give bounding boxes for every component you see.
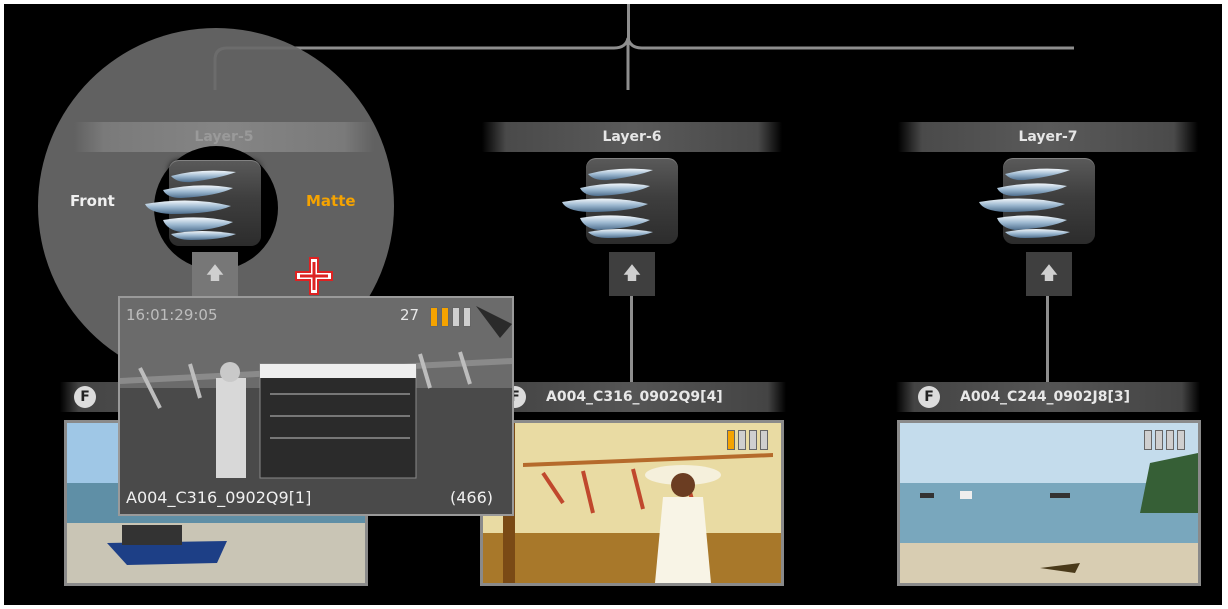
layer-6-label: Layer-6 [602, 129, 662, 145]
layer-7-label: Layer-7 [1018, 129, 1078, 145]
clip-2-thumbnail[interactable] [480, 420, 784, 586]
front-input-label[interactable]: Front [70, 192, 115, 210]
layer-5-node-button[interactable] [145, 160, 261, 246]
clip-2-title-bar[interactable]: F A004_C316_0902Q9[4] [482, 382, 786, 412]
preview-frame-count: 27 [400, 306, 420, 324]
preview-timecode: 16:01:29:05 [126, 306, 218, 324]
crosshair-cursor-icon [294, 256, 334, 296]
wire-layer7-clip [1046, 294, 1049, 382]
preview-clip-name: A004_C316_0902Q9[1] [126, 488, 312, 507]
layer-5-label: Layer-5 [194, 129, 254, 145]
clip-drag-preview[interactable]: 16:01:29:05 27 A004_C316_0902Q9[1] (466) [118, 296, 514, 516]
clip-3-thumbnail[interactable] [897, 420, 1201, 586]
clip-2-segment-indicator [727, 427, 775, 453]
layer-6-title-bar[interactable]: Layer-6 [482, 122, 782, 152]
f-badge-icon[interactable]: F [918, 386, 940, 408]
clip-3-segment-indicator [1144, 427, 1192, 453]
clip-3-title-bar[interactable]: F A004_C244_0902J8[3] [896, 382, 1200, 412]
application-window: Layer-5 Front Matte 🡅 Layer-6 🡅 Layer-7 … [0, 0, 1228, 609]
layer-7-up-button[interactable]: 🡅 [1026, 252, 1072, 296]
preview-segment-indicator [430, 304, 478, 330]
wire-layer6-clip [630, 294, 633, 382]
layer-5-up-button[interactable]: 🡅 [192, 252, 238, 296]
layer-7-node-button[interactable] [979, 158, 1095, 244]
layer-6-node-button[interactable] [562, 158, 678, 244]
clip-preview-image [120, 298, 512, 514]
arrow-up-icon: 🡅 [622, 263, 642, 284]
clip-3-name: A004_C244_0902J8[3] [960, 389, 1131, 405]
layer-node-icon [562, 168, 653, 238]
layer-node-icon [979, 168, 1070, 238]
node-graph-canvas[interactable]: Layer-5 Front Matte 🡅 Layer-6 🡅 Layer-7 … [4, 4, 1222, 605]
preview-clip-length: (466) [450, 488, 494, 507]
layer-7-title-bar[interactable]: Layer-7 [898, 122, 1198, 152]
arrow-up-icon: 🡅 [205, 263, 225, 284]
matte-input-label[interactable]: Matte [306, 192, 356, 210]
clip-2-name: A004_C316_0902Q9[4] [546, 389, 723, 405]
layer-node-icon [145, 170, 236, 240]
f-badge-icon[interactable]: F [74, 386, 96, 408]
layer-6-up-button[interactable]: 🡅 [609, 252, 655, 296]
arrow-up-icon: 🡅 [1039, 263, 1059, 284]
